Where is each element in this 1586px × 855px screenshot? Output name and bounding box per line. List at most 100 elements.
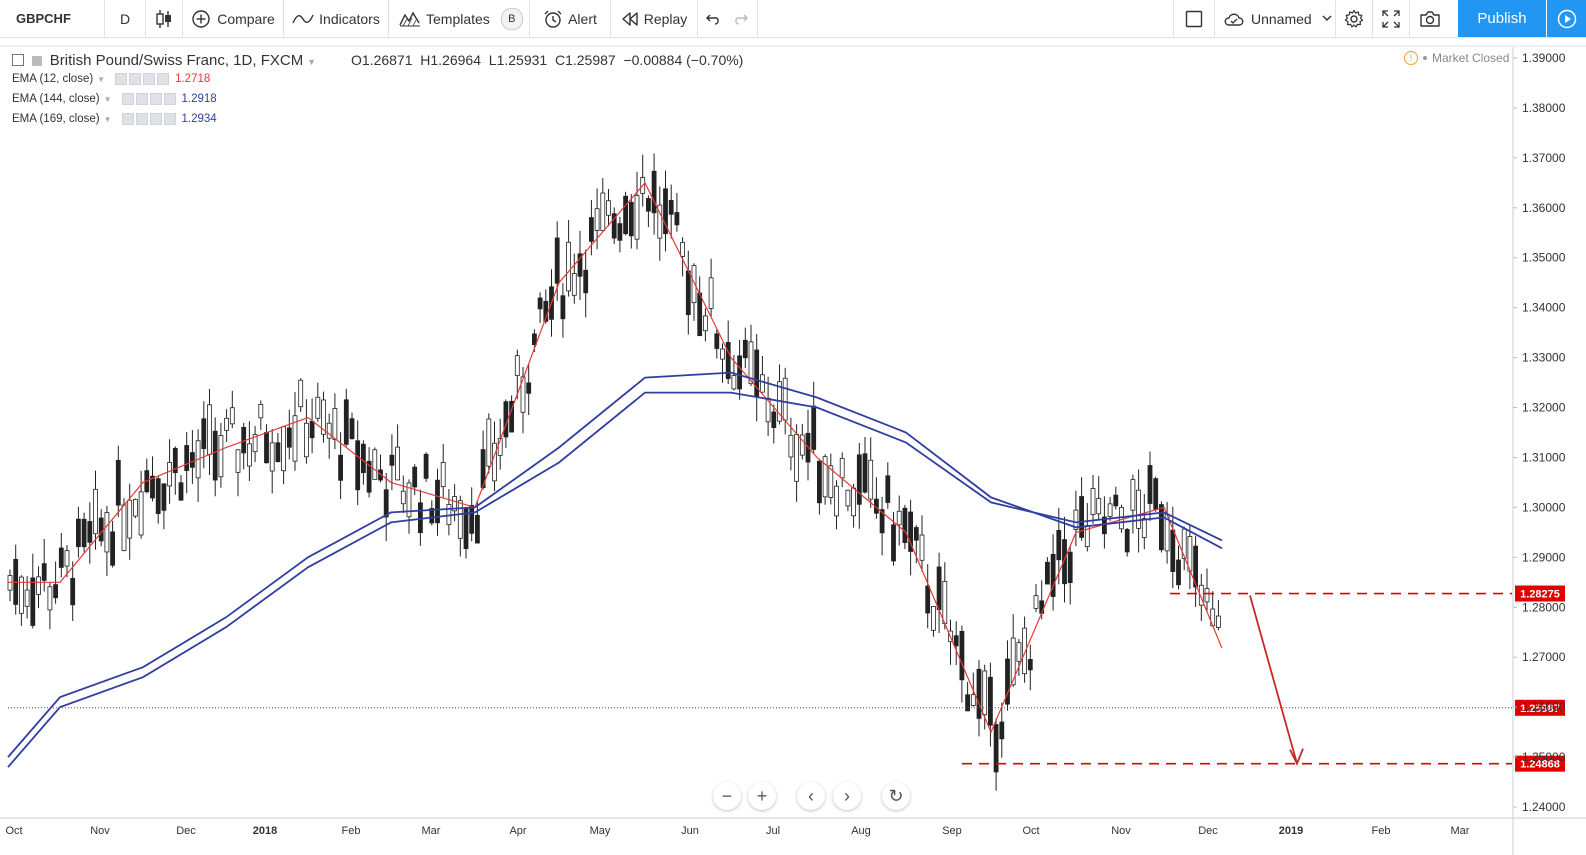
templates-icon	[399, 11, 421, 27]
candle-up	[229, 407, 235, 425]
candle-down	[343, 399, 349, 445]
layout-menu-button[interactable]: Unnamed	[1215, 0, 1335, 37]
eye-icon[interactable]	[121, 93, 134, 105]
indicator-row-ema12[interactable]: EMA (12, close) ▼ 1.2718	[12, 73, 210, 85]
gear-icon[interactable]	[135, 113, 148, 125]
candle-down	[623, 195, 628, 235]
candle-up	[400, 490, 406, 505]
scroll-left-button[interactable]: ‹	[797, 782, 825, 810]
chevron-right-icon: ›	[844, 785, 850, 806]
plus-icon[interactable]	[143, 73, 156, 85]
price-tick-label: 1.32000	[1522, 401, 1566, 415]
scroll-right-button[interactable]: ›	[833, 782, 861, 810]
candle-up	[1204, 588, 1210, 603]
gear-icon[interactable]	[135, 93, 148, 105]
interval-button[interactable]: D	[105, 0, 145, 37]
legend-dropdown-icon[interactable]: ▼	[307, 57, 316, 67]
collapse-icon[interactable]	[12, 54, 24, 66]
fullscreen-toggle-button[interactable]	[1174, 0, 1214, 37]
layout-name: Unnamed	[1251, 10, 1312, 27]
settings-button[interactable]	[1336, 0, 1372, 37]
rewind-icon	[621, 11, 639, 26]
undo-button[interactable]	[700, 0, 726, 37]
candle-down	[155, 478, 161, 514]
chevron-down-icon[interactable]: ▼	[104, 95, 112, 104]
candle-down	[469, 504, 475, 534]
candle-down	[70, 577, 76, 606]
zoom-in-button[interactable]: +	[748, 782, 776, 810]
eye-icon[interactable]	[121, 113, 134, 125]
candle-up	[1016, 642, 1022, 662]
candle-down	[1147, 465, 1153, 504]
candle-up	[760, 374, 765, 393]
price-tick-label: 1.39000	[1522, 51, 1566, 65]
plus-icon[interactable]	[149, 113, 162, 125]
zoom-out-button[interactable]: −	[713, 782, 741, 810]
open-value: O1.26871	[351, 52, 413, 68]
candle-down	[988, 676, 993, 726]
indicator-buttons[interactable]	[121, 93, 176, 105]
close-icon[interactable]	[163, 113, 176, 125]
candle-up	[492, 442, 497, 482]
templates-button[interactable]: Templates B	[389, 0, 529, 37]
candle-up	[931, 605, 936, 631]
plus-icon[interactable]	[149, 93, 162, 105]
candle-down	[1124, 529, 1130, 553]
candle-down	[697, 292, 703, 337]
chart-style-button[interactable]	[146, 0, 182, 37]
candle-up	[281, 426, 287, 472]
indicator-buttons[interactable]	[121, 113, 176, 125]
time-tick-label: Mar	[422, 825, 441, 837]
flag-icon	[31, 56, 42, 66]
reset-chart-button[interactable]: ↻	[882, 782, 910, 810]
candle-down	[993, 724, 999, 773]
candle-down	[355, 440, 361, 491]
gear-icon[interactable]	[129, 73, 142, 85]
arrow-head	[1289, 748, 1304, 766]
compare-button[interactable]: Compare	[183, 0, 283, 37]
eye-icon[interactable]	[115, 73, 128, 85]
symbol-search[interactable]: GBPCHF	[0, 0, 104, 37]
gear-icon	[1344, 9, 1364, 29]
play-button[interactable]	[1547, 0, 1586, 37]
toolbar-divider	[757, 0, 758, 37]
close-icon[interactable]	[163, 93, 176, 105]
replay-label: Replay	[643, 10, 688, 27]
price-tick-label: 1.34000	[1522, 301, 1566, 315]
candle-up	[834, 485, 839, 517]
indicator-row-ema144[interactable]: EMA (144, close) ▼ 1.2918	[12, 93, 217, 105]
chevron-down-icon[interactable]: ▼	[97, 75, 105, 84]
publish-button[interactable]: Publish	[1458, 0, 1546, 37]
candle-down	[264, 432, 269, 464]
candle-down	[532, 333, 537, 346]
candle-down	[1027, 659, 1033, 671]
fullscreen-button[interactable]	[1373, 0, 1409, 37]
snapshot-button[interactable]	[1410, 0, 1450, 37]
chevron-down-icon[interactable]: ▼	[104, 115, 112, 124]
candle-down	[811, 405, 817, 450]
candle-up	[1096, 498, 1102, 515]
redo-button[interactable]	[728, 0, 754, 37]
time-tick-label: 2019	[1279, 825, 1303, 837]
alert-button[interactable]: Alert	[530, 0, 610, 37]
indicator-buttons[interactable]	[115, 73, 170, 85]
candle-up	[794, 433, 799, 482]
candle-up	[720, 348, 725, 360]
candle-down	[349, 418, 355, 440]
time-tick-label: Oct	[5, 825, 22, 837]
close-icon[interactable]	[157, 73, 170, 85]
time-tick-label: Dec	[1198, 825, 1218, 837]
candle-down	[1045, 561, 1050, 585]
indicators-button[interactable]: Indicators	[284, 0, 388, 37]
candle-up	[942, 581, 948, 625]
price-tick-label: 1.38000	[1522, 101, 1566, 115]
candle-down	[30, 577, 36, 626]
candle-down	[178, 482, 184, 501]
symbol-title[interactable]: British Pound/Swiss Franc, 1D, FXCM	[50, 52, 303, 69]
replay-button[interactable]: Replay	[611, 0, 697, 37]
candle-down	[617, 223, 623, 241]
candle-up	[303, 422, 309, 458]
price-chart[interactable]: 1.282751.259871.24868 1.390001.380001.37…	[0, 39, 1586, 855]
indicator-row-ema169[interactable]: EMA (169, close) ▼ 1.2934	[12, 113, 217, 125]
candle-up	[634, 195, 640, 240]
